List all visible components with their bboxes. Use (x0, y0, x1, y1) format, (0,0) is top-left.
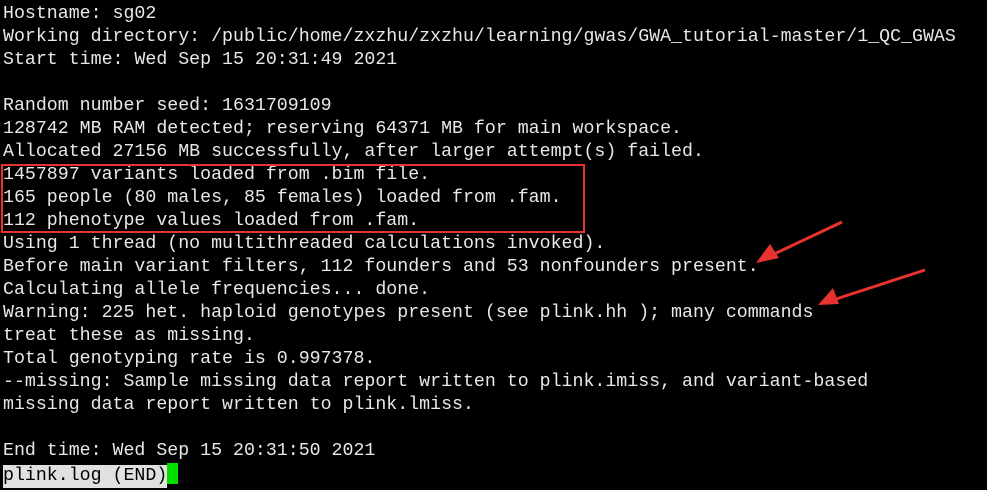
annotation-arrows (756, 220, 926, 305)
arrow-icon (756, 220, 843, 263)
arrow-icon (818, 268, 926, 305)
